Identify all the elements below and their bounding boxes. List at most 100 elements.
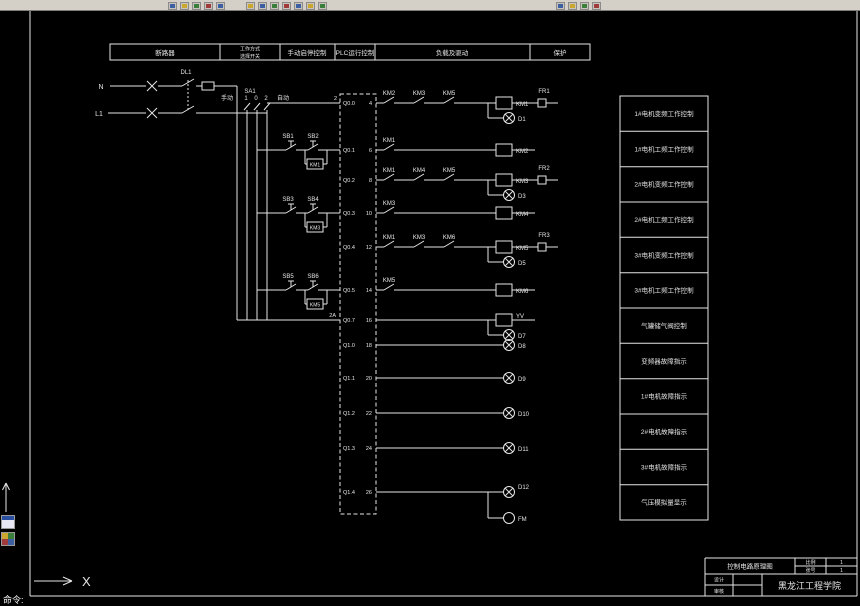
sheet-value: 1: [840, 568, 843, 574]
header-col-protect: 保护: [554, 48, 567, 57]
coil-label: YV: [516, 314, 524, 320]
function-box-label: 3#电机工频工作控制: [634, 286, 694, 295]
stop-button-label: SB5: [282, 274, 294, 280]
contact-label: KM1: [383, 235, 396, 241]
contact-label: KM3: [413, 91, 426, 97]
toolbar: [0, 0, 860, 11]
stop-button-label: SB3: [282, 197, 294, 203]
function-box-label: 1#电机故障指示: [641, 392, 688, 401]
thermal-relay: [537, 175, 547, 185]
selector-sa1: SA1 手动 1 0 2 自动: [221, 89, 289, 111]
signal-header-table: 断路器 工作方式 选择开关 手动启停控制 PLC运行控制 负载及驱动 保护: [109, 43, 591, 61]
plc-row-label: Q0.3: [343, 211, 355, 217]
toolbar-icon[interactable]: [282, 2, 291, 10]
plc-row-term: 6: [369, 148, 372, 154]
function-box-label: 气压模拟量显示: [641, 498, 687, 507]
selector-manual-label: 手动: [221, 94, 233, 102]
relay-label: FR3: [538, 233, 550, 239]
start-button-label: SB4: [307, 197, 319, 203]
plc-row-label: Q0.5: [343, 288, 355, 294]
load-row-12: D12 FM: [376, 485, 530, 524]
selector-pos2-label: 2: [264, 96, 268, 102]
contactor-coil: [495, 240, 513, 254]
lamp-label: D10: [518, 412, 530, 418]
relay-label: FR1: [538, 89, 550, 95]
contact-label: KM5: [383, 278, 396, 284]
thermal-relay: [537, 242, 547, 252]
function-box-label: 1#电机变频工作控制: [634, 109, 694, 118]
contactor-coil: [495, 173, 513, 187]
command-line[interactable]: 命令:: [3, 593, 24, 606]
plc-row-term: 4: [369, 101, 372, 107]
plc-row-term: 12: [366, 245, 372, 251]
function-label-boxes: 1#电机变频工作控制 1#电机工频工作控制 2#电机变频工作控制 2#电机工频工…: [619, 95, 709, 521]
design-label: 设计: [714, 577, 724, 584]
function-box-label: 2#电机工频工作控制: [634, 215, 694, 224]
stop-button-label: SB1: [282, 134, 294, 140]
power-n-label: N: [98, 84, 103, 91]
toolbar-icon[interactable]: [216, 2, 225, 10]
school-name: 黑龙江工程学院: [778, 580, 841, 591]
contact-label: KM5: [443, 168, 456, 174]
toolbar-icon[interactable]: [180, 2, 189, 10]
toolbar-icon[interactable]: [192, 2, 201, 10]
toolbar-icon[interactable]: [318, 2, 327, 10]
scale-value: 1: [840, 560, 843, 566]
drawing-title: 控制电路原理图: [727, 562, 773, 571]
selector-pos0-label: 0: [254, 96, 258, 102]
lamp-label: D5: [518, 261, 526, 267]
coil-label: KM1: [516, 102, 529, 108]
toolbar-icon[interactable]: [270, 2, 279, 10]
toolbar-icon[interactable]: [168, 2, 177, 10]
pushbutton-group-1: KM1 SB1 SB2: [257, 134, 340, 170]
selector-label: SA1: [244, 89, 256, 95]
load-row-5: KM1 KM3 KM6 KM5 FR3 D5: [376, 233, 558, 268]
load-row-9: D9: [376, 372, 526, 384]
function-box-label: 3#电机故障指示: [641, 462, 688, 471]
sheet-label: 张号: [805, 567, 815, 574]
toolbar-icon[interactable]: [568, 2, 577, 10]
load-row-4: KM3 KM4: [376, 201, 535, 220]
plc-row-label: Q0.2: [343, 178, 355, 184]
toolbar-icon[interactable]: [294, 2, 303, 10]
lamp-label: D8: [518, 344, 526, 350]
sheet-frame: [29, 10, 858, 597]
contactor-coil: [495, 143, 513, 157]
palette-icon[interactable]: [1, 532, 15, 546]
lamp-label: D3: [518, 194, 526, 200]
start-button-label: SB6: [307, 274, 319, 280]
toolbar-icon[interactable]: [246, 2, 255, 10]
toolbar-icon[interactable]: [306, 2, 315, 10]
contact-label: KM4: [413, 168, 426, 174]
function-box-label: 变频器故障指示: [641, 356, 687, 365]
coil-label: KM3: [516, 179, 529, 185]
load-row-7: YV D7: [376, 313, 535, 341]
toolbar-icon[interactable]: [258, 2, 267, 10]
function-box-label: 2#电机故障指示: [641, 427, 688, 436]
toolbar-icon[interactable]: [592, 2, 601, 10]
contact-label: KM3: [413, 235, 426, 241]
plc-row-term: 24: [366, 446, 372, 452]
ucs-x-arrow: X: [34, 574, 91, 589]
toolbar-icon[interactable]: [204, 2, 213, 10]
alarm-sounder: [503, 512, 515, 524]
plc-row-term: 8: [369, 178, 372, 184]
power-supply: N L1 DL1: [95, 70, 340, 321]
load-row-3: KM1 KM4 KM5 KM3 FR2 D3: [376, 166, 558, 201]
audit-label: 审核: [714, 588, 724, 595]
minimized-window-icon[interactable]: [1, 515, 15, 529]
toolbar-icon[interactable]: [556, 2, 565, 10]
toolbar-icon[interactable]: [580, 2, 589, 10]
contact-label: KM1: [383, 138, 396, 144]
contact-label: KM3: [383, 201, 396, 207]
plc-row-label: Q0.0: [343, 101, 355, 107]
lamp-label: D7: [518, 334, 526, 340]
plc-row-term: 22: [366, 411, 372, 417]
plc-row-term: 18: [366, 343, 372, 349]
contact-label: KM5: [443, 91, 456, 97]
drawing-canvas[interactable]: 断路器 工作方式 选择开关 手动启停控制 PLC运行控制 负载及驱动 保护 N …: [0, 0, 860, 602]
contactor-coil: [495, 96, 513, 110]
selector-pos1-label: 1: [244, 96, 248, 102]
breaker-dl1-label: DL1: [180, 70, 192, 76]
start-button-label: SB2: [307, 134, 319, 140]
